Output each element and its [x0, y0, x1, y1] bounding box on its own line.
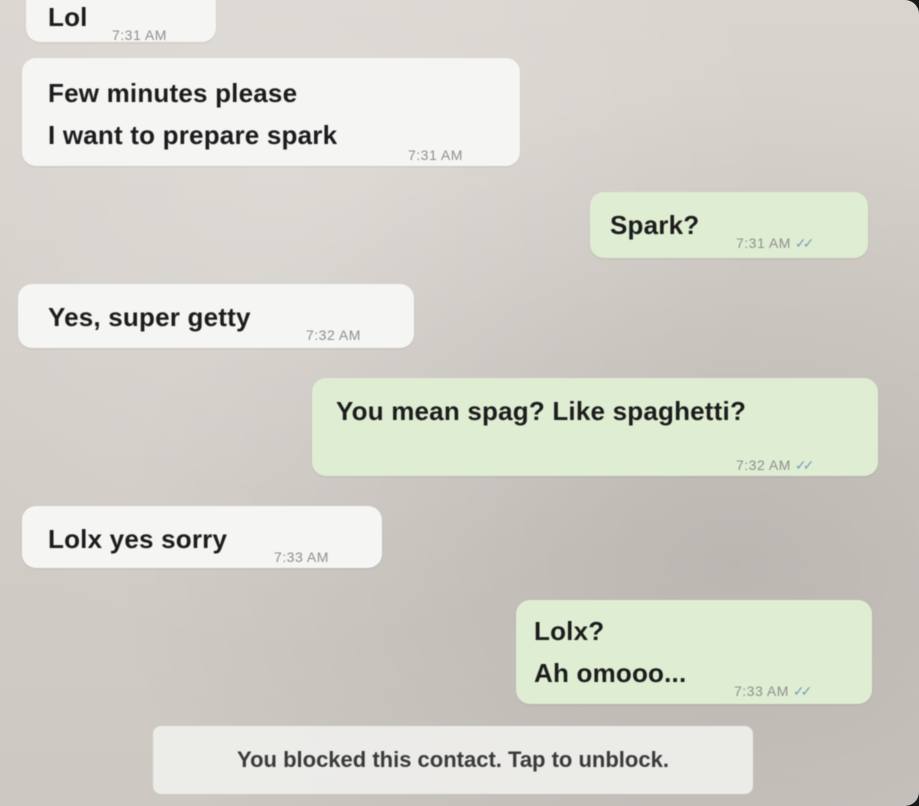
- message-time: 7:31 AM: [112, 27, 167, 43]
- message-time-label: 7:33 AM: [734, 683, 789, 699]
- message-text: Lolx yes sorry: [48, 524, 228, 554]
- message-time: 7:32 AM ✓✓: [736, 444, 815, 486]
- message-bubble-outgoing[interactable]: Lolx? Ah omooo... 7:33 AM ✓✓: [516, 600, 872, 704]
- message-time-label: 7:32 AM: [736, 457, 791, 473]
- blocked-notice-text: You blocked this contact. Tap to unblock…: [237, 747, 669, 772]
- message-text: Ah omooo...: [534, 658, 687, 688]
- message-bubble-outgoing[interactable]: Spark? 7:31 AM ✓✓: [590, 192, 868, 258]
- double-check-icon: ✓✓: [794, 235, 815, 251]
- message-time: 7:31 AM ✓✓: [736, 222, 815, 264]
- message-text: Few minutes please: [48, 78, 298, 108]
- message-bubble-incoming[interactable]: Lol 7:31 AM: [26, 0, 216, 43]
- chat-screen: Lol 7:31 AM Few minutes please I want to…: [0, 0, 919, 806]
- message-bubble-outgoing[interactable]: You mean spag? Like spaghetti? 7:32 AM ✓✓: [312, 378, 878, 476]
- message-bubble-incoming[interactable]: Yes, super getty 7:32 AM: [18, 284, 414, 348]
- message-text: Lolx?: [534, 616, 605, 646]
- double-check-icon: ✓✓: [794, 457, 815, 473]
- message-text: You mean spag? Like spaghetti?: [336, 396, 747, 426]
- message-time-label: 7:31 AM: [736, 235, 791, 251]
- message-bubble-incoming[interactable]: Lolx yes sorry 7:33 AM: [22, 506, 382, 568]
- unblock-contact-banner[interactable]: You blocked this contact. Tap to unblock…: [153, 726, 753, 794]
- message-list: Lol 7:31 AM Few minutes please I want to…: [0, 0, 919, 806]
- message-time: 7:33 AM ✓✓: [734, 670, 813, 712]
- double-check-icon: ✓✓: [792, 683, 813, 699]
- message-time: 7:32 AM: [306, 327, 361, 343]
- message-time: 7:31 AM: [408, 147, 463, 163]
- message-bubble-incoming[interactable]: Few minutes please I want to prepare spa…: [22, 58, 520, 166]
- message-time: 7:33 AM: [274, 549, 329, 565]
